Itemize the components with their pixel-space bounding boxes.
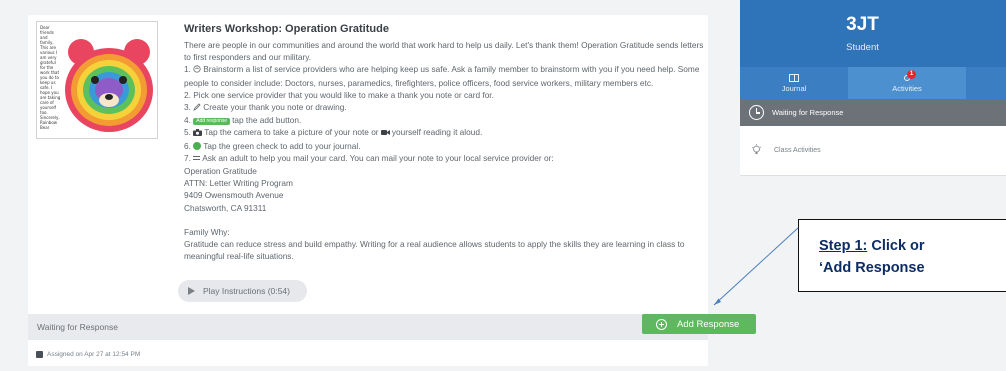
activity-thumbnail[interactable]: Dear friends and family, This are variou… — [36, 21, 158, 139]
play-instructions-button[interactable]: Play Instructions (0:54) — [178, 280, 307, 302]
instruction-line: There are people in our communities and … — [184, 40, 704, 50]
family-why-text: Gratitude can reduce stress and build em… — [184, 239, 685, 250]
play-instructions-label: Play Instructions (0:54) — [203, 286, 290, 296]
instruction-text: yourself reading it aloud. — [391, 127, 483, 138]
student-panel: 3JT Student Journal 1 Activities Waiting… — [740, 0, 1006, 176]
instruction-line: 4. Add response tap the add button. — [184, 114, 704, 126]
pencil-icon — [193, 102, 201, 114]
class-activities-item[interactable]: Class Activities — [740, 139, 1006, 161]
waiting-for-response-item[interactable]: Waiting for Response — [740, 99, 1006, 126]
rainbow-bear-image — [65, 39, 153, 132]
lightbulb-icon — [751, 143, 762, 157]
class-activities-label: Class Activities — [774, 146, 821, 154]
student-header: 3JT Student — [740, 0, 1006, 67]
add-response-label: Add Response — [677, 318, 740, 330]
thumbnail-letter-text: Dear friends and family, This are variou… — [40, 25, 61, 130]
tab-journal[interactable]: Journal — [740, 67, 848, 99]
instruction-text: Create your thank you note or drawing. — [203, 102, 347, 113]
callout-step-text: Click or — [867, 238, 925, 254]
family-why-text: meaningful real-life situations. — [184, 251, 294, 262]
mailbox-icon — [193, 153, 201, 165]
instruction-line: 2. Pick one service provider that you wo… — [184, 89, 494, 100]
assigned-date: Assigned on Apr 27 at 12:54 PM — [36, 351, 140, 358]
brain-icon — [193, 64, 201, 76]
instruction-text: Tap the green check to add to your journ… — [203, 140, 361, 151]
callout-line-2: ‘Add Response — [819, 260, 925, 276]
instruction-line: 5. Tap the camera to take a picture of y… — [184, 126, 704, 139]
instruction-text: tap the add button. — [232, 115, 302, 126]
instruction-line: to first responders and our military. — [184, 52, 312, 63]
step-number: 5. — [184, 127, 191, 138]
family-why-heading: Family Why: — [184, 226, 230, 237]
instruction-line: 6. Tap the green check to add to your jo… — [184, 140, 704, 152]
plus-circle-icon — [656, 318, 667, 330]
calendar-icon — [36, 351, 43, 358]
play-icon — [188, 287, 195, 295]
clock-icon — [749, 105, 764, 120]
add-response-button[interactable]: Add Response — [642, 314, 756, 334]
waiting-label: Waiting for Response — [772, 108, 844, 117]
address-line: 9409 Owensmouth Avenue — [184, 190, 284, 201]
response-bar: Waiting for Response — [28, 314, 708, 340]
video-camera-icon — [380, 127, 390, 139]
assigned-date-text: Assigned on Apr 27 at 12:54 PM — [47, 351, 141, 358]
step-number: 6. — [184, 140, 191, 151]
book-icon — [789, 73, 799, 82]
camera-icon — [193, 127, 203, 139]
add-response-tag: Add response — [193, 118, 231, 126]
instruction-line: 1. Brainstorm a list of service provider… — [184, 63, 704, 76]
address-line: ATTN: Letter Writing Program — [184, 178, 293, 189]
activity-card: Dear friends and family, This are variou… — [28, 15, 708, 366]
instruction-line: people to consider include: Doctors, nur… — [184, 77, 654, 88]
activity-title: Writers Workshop: Operation Gratitude — [184, 23, 389, 35]
step-number: 4. — [184, 115, 191, 126]
step-number: 7. — [184, 152, 191, 163]
callout-step-label: Step 1: — [819, 238, 868, 254]
step-number: 1. — [184, 64, 191, 75]
step-number: 3. — [184, 102, 191, 113]
instruction-text: Ask an adult to help you mail your card.… — [202, 152, 554, 163]
address-line: Chatsworth, CA 91311 — [184, 202, 267, 213]
step-callout-box: Step 1: Click or ‘Add Response — [798, 219, 1006, 292]
response-status: Waiting for Response — [37, 322, 118, 332]
tab-journal-label: Journal — [781, 83, 807, 93]
tab-activities-label: Activities — [892, 84, 922, 93]
panel-tabs: Journal 1 Activities — [740, 67, 1006, 99]
tab-activities[interactable]: 1 Activities — [848, 67, 966, 99]
instruction-line: 7. Ask an adult to help you mail your ca… — [184, 152, 704, 165]
address-line: Operation Gratitude — [184, 166, 257, 177]
callout-line-1: Step 1: Click or — [819, 235, 1006, 257]
activity-instructions: There are people in our communities and … — [184, 39, 704, 262]
green-check-icon — [193, 141, 202, 150]
instruction-line: 3. Create your thank you note or drawing… — [184, 101, 704, 114]
instruction-text: Tap the camera to take a picture of your… — [204, 127, 379, 138]
student-role: Student — [846, 42, 879, 53]
instruction-text: Brainstorm a list of service providers w… — [203, 64, 700, 75]
activities-badge: 1 — [907, 70, 916, 79]
lightbulb-icon: 1 — [902, 70, 916, 82]
student-name: 3JT — [846, 14, 879, 35]
